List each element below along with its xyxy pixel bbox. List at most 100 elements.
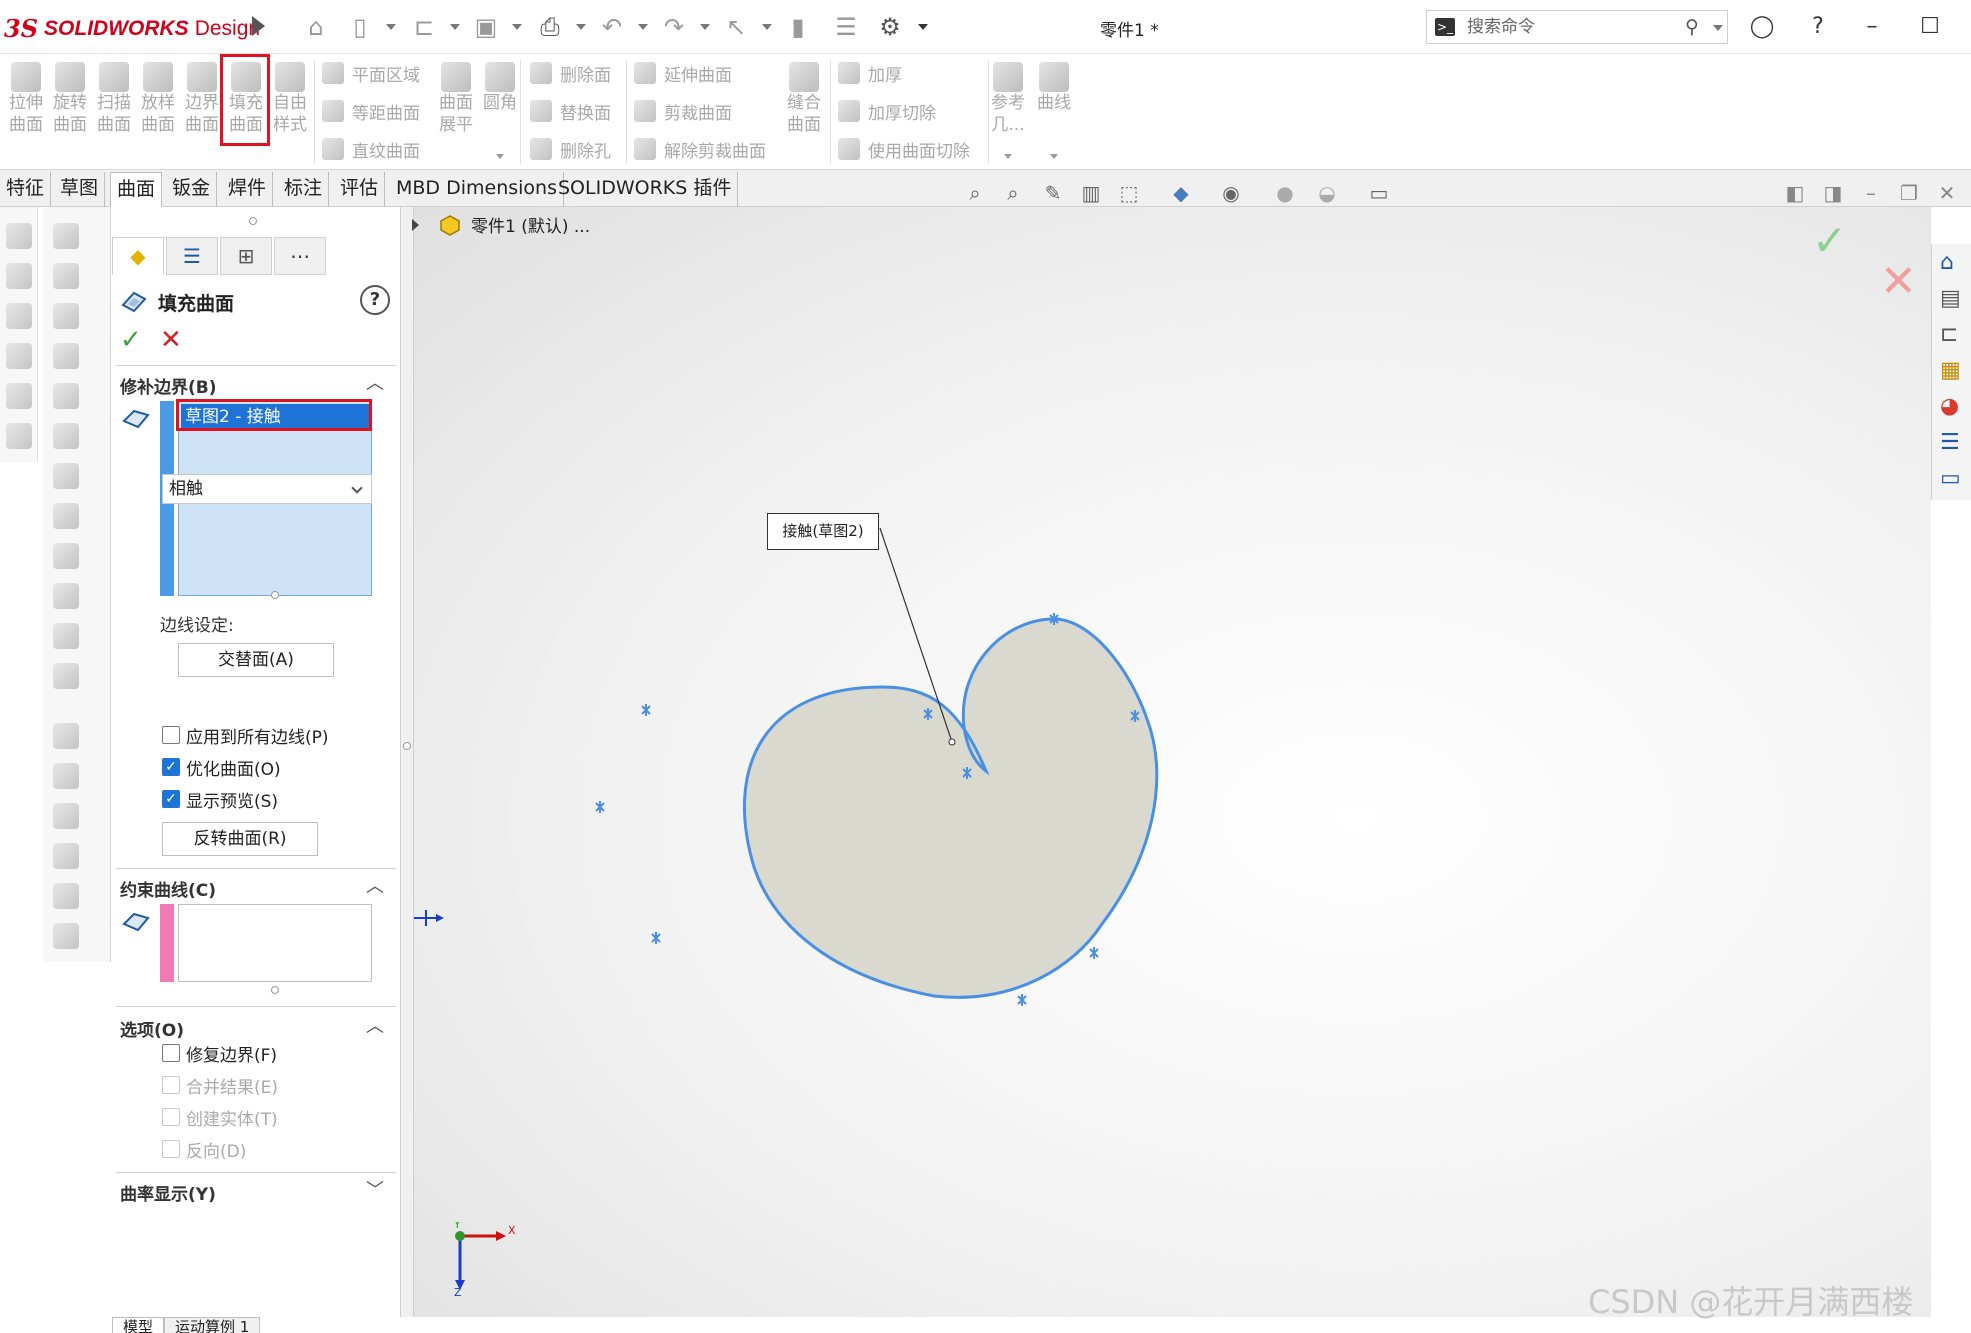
feature-manager-tab[interactable]: ◆ xyxy=(112,237,164,275)
thicken-button[interactable]: 加厚 xyxy=(838,58,902,88)
strip-tool-icon[interactable] xyxy=(53,383,79,409)
strip-tool-icon[interactable] xyxy=(6,343,32,369)
solidworks-logo[interactable]: 3S SOLIDWORKS Design xyxy=(4,14,260,43)
doc-close-icon[interactable]: ✕ xyxy=(1934,180,1960,206)
panel-splitter[interactable] xyxy=(400,207,414,1317)
freeform-button[interactable]: 自由 样式 xyxy=(270,62,310,136)
search-commands-box[interactable]: >_ ⚲ xyxy=(1426,10,1728,44)
checkbox-box[interactable] xyxy=(162,726,180,744)
maximize-window-icon[interactable]: ☐ xyxy=(1916,13,1944,41)
redo-dropdown-caret-icon[interactable] xyxy=(700,24,710,30)
checkbox-box[interactable]: ✓ xyxy=(162,790,180,808)
previous-view-icon[interactable]: ✎ xyxy=(1040,180,1066,206)
view-settings-icon[interactable]: ▭ xyxy=(1366,180,1392,206)
boundary-condition-select[interactable]: 相触 xyxy=(162,474,372,504)
extruded-surface-button[interactable]: 拉伸 曲面 xyxy=(6,62,46,136)
strip-tool-icon[interactable] xyxy=(53,583,79,609)
strip-tool-icon[interactable] xyxy=(6,423,32,449)
property-manager-tab[interactable]: ☰ xyxy=(166,237,218,275)
tile-right-icon[interactable]: ◨ xyxy=(1820,180,1846,206)
strip-tool-icon[interactable] xyxy=(53,843,79,869)
lofted-surface-button[interactable]: 放样 曲面 xyxy=(138,62,178,136)
file-explorer-icon[interactable]: ⊏ xyxy=(1940,322,1966,348)
strip-tool-icon[interactable] xyxy=(53,303,79,329)
apply-scene-icon[interactable]: ◒ xyxy=(1314,180,1340,206)
options-section-title[interactable]: 选项(O) xyxy=(120,1016,184,1041)
untrim-surface-button[interactable]: 解除剪裁曲面 xyxy=(634,134,766,164)
ok-check-button[interactable]: ✓ xyxy=(120,325,142,355)
extend-surface-button[interactable]: 延伸曲面 xyxy=(634,58,732,88)
cut-with-surface-button[interactable]: 使用曲面切除 xyxy=(838,134,970,164)
collapse-chevron-icon[interactable]: ︿ xyxy=(366,1012,384,1038)
strip-tool-icon[interactable] xyxy=(53,923,79,949)
reference-geometry-caret-icon[interactable] xyxy=(1004,154,1012,159)
tab-mbd-dimensions[interactable]: MBD Dimensions xyxy=(390,172,564,207)
display-style-icon[interactable]: ◆ xyxy=(1168,180,1194,206)
strip-tool-icon[interactable] xyxy=(6,383,32,409)
tab-motion-study-1[interactable]: 运动算例 1 xyxy=(164,1317,261,1333)
doc-minimize-icon[interactable]: – xyxy=(1858,180,1884,206)
patch-boundary-section-title[interactable]: 修补边界(B) xyxy=(120,373,217,398)
apply-to-all-edges-checkbox[interactable]: 应用到所有边线(P) xyxy=(162,722,329,748)
more-tabs-button[interactable]: ⋯ xyxy=(274,237,326,275)
strip-tool-icon[interactable] xyxy=(53,543,79,569)
tab-model[interactable]: 模型 xyxy=(112,1317,165,1333)
strip-tool-icon[interactable] xyxy=(53,423,79,449)
list-resize-handle[interactable] xyxy=(271,591,279,599)
offset-surface-button[interactable]: 等距曲面 xyxy=(322,96,420,126)
strip-tool-icon[interactable] xyxy=(53,663,79,689)
hide-show-items-icon[interactable]: ◉ xyxy=(1218,180,1244,206)
delete-face-button[interactable]: 删除面 xyxy=(530,58,611,88)
cancel-x-button[interactable]: ✕ xyxy=(160,325,182,355)
save-icon[interactable]: ▣ xyxy=(472,13,500,41)
alternate-face-button[interactable]: 交替面(A) xyxy=(178,643,334,677)
redo-icon[interactable]: ↷ xyxy=(660,13,688,41)
constraint-curves-list[interactable] xyxy=(178,904,372,982)
strip-tool-icon[interactable] xyxy=(6,223,32,249)
tab-features[interactable]: 特征 xyxy=(0,172,52,207)
print-dropdown-caret-icon[interactable] xyxy=(576,24,586,30)
ruled-surface-button[interactable]: 直纹曲面 xyxy=(322,134,420,164)
strip-tool-icon[interactable] xyxy=(53,463,79,489)
options-gear-icon[interactable]: ⚙ xyxy=(876,13,904,41)
strip-tool-icon[interactable] xyxy=(53,503,79,529)
undo-dropdown-caret-icon[interactable] xyxy=(638,24,648,30)
surface-flatten-button[interactable]: 曲面 展平 xyxy=(436,62,476,136)
traffic-light-icon[interactable]: ▮ xyxy=(784,13,812,41)
tile-left-icon[interactable]: ◧ xyxy=(1782,180,1808,206)
optimize-surface-checkbox[interactable]: ✓ 优化曲面(O) xyxy=(162,754,281,780)
tab-evaluate[interactable]: 评估 xyxy=(334,172,386,207)
tab-solidworks-addins[interactable]: SOLIDWORKS 插件 xyxy=(552,172,739,207)
tab-weldments[interactable]: 焊件 xyxy=(222,172,274,207)
view-palette-icon[interactable]: ▦ xyxy=(1940,358,1966,384)
strip-tool-icon[interactable] xyxy=(53,623,79,649)
confirm-corner-ok-icon[interactable]: ✓ xyxy=(1812,216,1847,265)
show-preview-checkbox[interactable]: ✓ 显示预览(S) xyxy=(162,786,278,812)
boundary-surface-button[interactable]: 边界 曲面 xyxy=(182,62,222,136)
print-icon[interactable]: ⎙ xyxy=(536,13,564,41)
delete-hole-button[interactable]: 删除孔 xyxy=(530,134,611,164)
configuration-manager-tab[interactable]: ⊞ xyxy=(220,237,272,275)
fix-boundary-checkbox[interactable]: 修复边界(F) xyxy=(162,1040,277,1066)
new-document-icon[interactable]: ▯ xyxy=(346,13,374,41)
home-icon[interactable]: ⌂ xyxy=(302,13,330,41)
strip-tool-icon[interactable] xyxy=(6,303,32,329)
contact-callout[interactable]: 接触(草图2) xyxy=(767,513,879,550)
fillet-dropdown-caret-icon[interactable] xyxy=(496,154,504,159)
replace-face-button[interactable]: 替换面 xyxy=(530,96,611,126)
strip-tool-icon[interactable] xyxy=(53,883,79,909)
help-icon[interactable]: ? xyxy=(1804,13,1832,41)
solidworks-resources-home-icon[interactable]: ⌂ xyxy=(1940,250,1966,276)
trim-surface-button[interactable]: 剪裁曲面 xyxy=(634,96,732,126)
splitter-handle[interactable] xyxy=(403,742,411,750)
thickened-cut-button[interactable]: 加厚切除 xyxy=(838,96,936,126)
constraint-curves-section-title[interactable]: 约束曲线(C) xyxy=(120,876,216,901)
tab-sketch[interactable]: 草图 xyxy=(54,172,106,207)
design-library-icon[interactable]: ▤ xyxy=(1940,286,1966,312)
view-orientation-icon[interactable]: ⬚ xyxy=(1116,180,1142,206)
user-account-icon[interactable]: ◯ xyxy=(1748,13,1776,41)
checkbox-box[interactable]: ✓ xyxy=(162,758,180,776)
open-folder-icon[interactable]: ⊏ xyxy=(410,13,438,41)
open-dropdown-caret-icon[interactable] xyxy=(450,24,460,30)
minimize-window-icon[interactable]: – xyxy=(1858,13,1886,41)
